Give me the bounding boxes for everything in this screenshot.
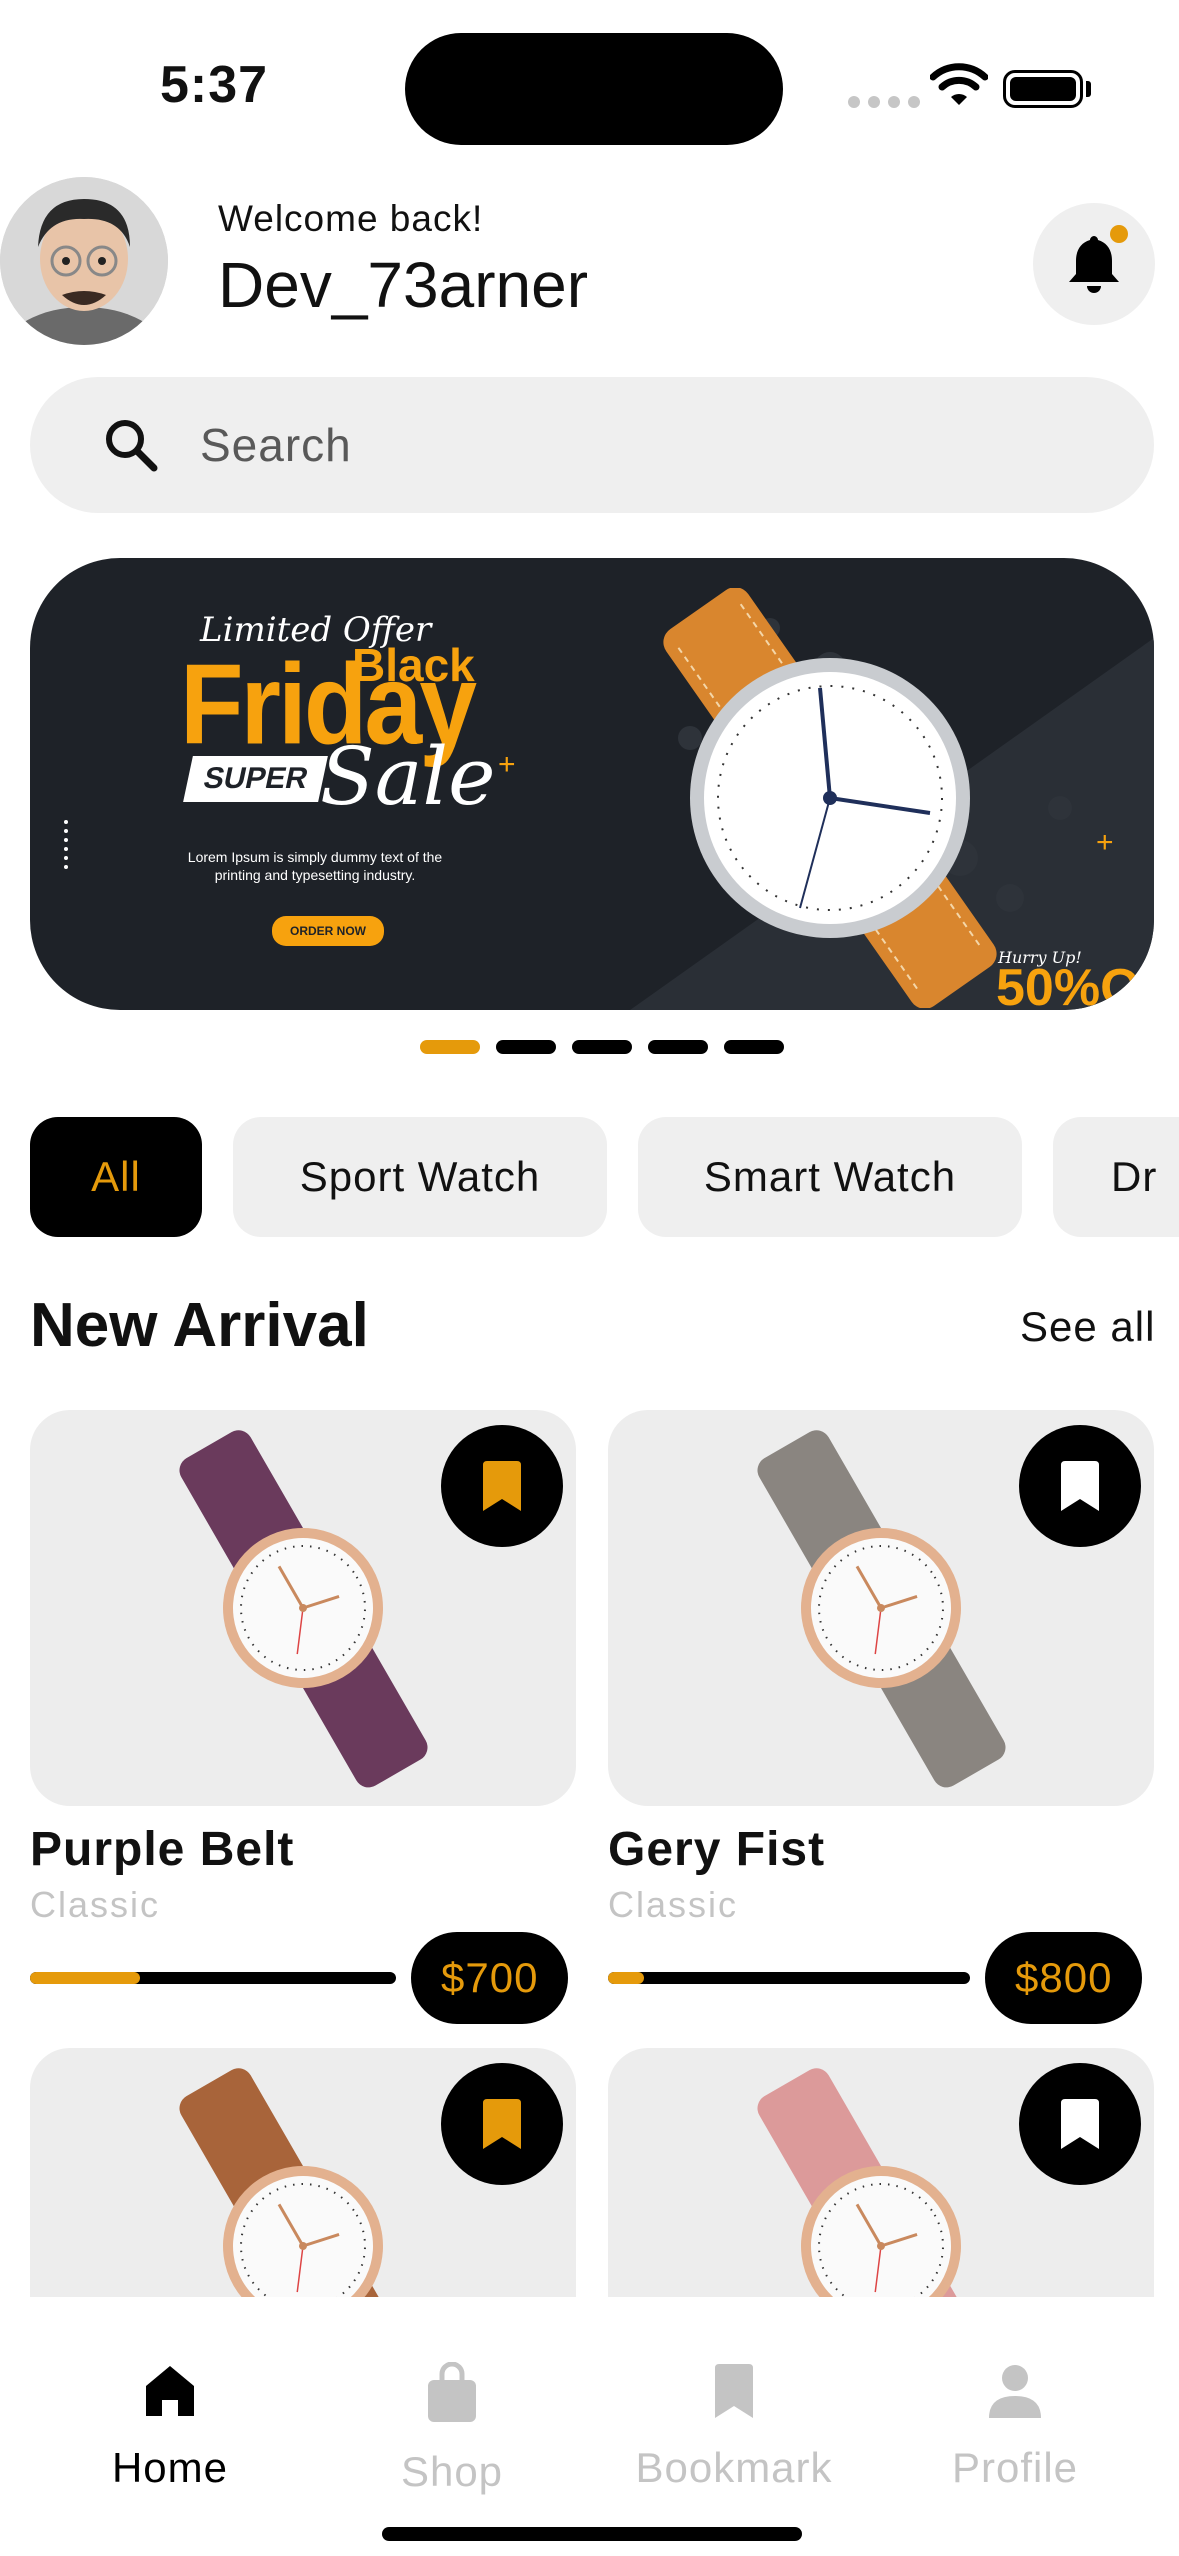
pager-dot[interactable] bbox=[648, 1040, 708, 1054]
home-indicator bbox=[382, 2527, 802, 2541]
product-category: Classic bbox=[30, 1884, 161, 1925]
pager-dot[interactable] bbox=[572, 1040, 632, 1054]
dynamic-island bbox=[405, 33, 783, 145]
bookmark-icon bbox=[715, 2364, 753, 2418]
status-time: 5:37 bbox=[160, 56, 269, 114]
banner-watch-image bbox=[663, 588, 997, 1008]
tab-label: Profile bbox=[951, 2444, 1079, 2491]
category-chip-sport-watch[interactable]: Sport Watch bbox=[233, 1117, 607, 1237]
home-icon bbox=[146, 2366, 194, 2416]
bell-icon bbox=[1069, 236, 1119, 293]
see-all-link[interactable]: See all bbox=[1020, 1303, 1155, 1351]
bookmark-button[interactable] bbox=[1019, 2063, 1141, 2185]
plus-icon: + bbox=[498, 748, 516, 781]
cellular-signal-icon bbox=[848, 96, 920, 108]
decorative-dots bbox=[62, 820, 70, 874]
banner-sale: Sale bbox=[320, 730, 496, 823]
pager-dot[interactable] bbox=[496, 1040, 556, 1054]
tab-home[interactable]: Home bbox=[50, 2362, 290, 2492]
product-price[interactable]: $800 bbox=[985, 1932, 1143, 2024]
welcome-text: Welcome back! bbox=[218, 198, 484, 239]
username: Dev_73arner bbox=[218, 249, 588, 321]
bookmark-icon bbox=[1061, 2099, 1099, 2149]
category-chip-partial[interactable]: Dr bbox=[1053, 1117, 1179, 1237]
search-icon bbox=[106, 420, 158, 472]
category-chip-smart-watch[interactable]: Smart Watch bbox=[638, 1117, 1022, 1237]
tab-profile[interactable]: Profile bbox=[895, 2362, 1135, 2492]
pager-dot[interactable] bbox=[420, 1040, 480, 1054]
bookmark-button[interactable] bbox=[1019, 1425, 1141, 1547]
notification-button[interactable] bbox=[1033, 203, 1155, 325]
progress-fill bbox=[30, 1972, 140, 1984]
shopping-bag-icon bbox=[428, 2362, 476, 2422]
tab-label: Bookmark bbox=[635, 2444, 833, 2491]
product-progress-bar bbox=[30, 1972, 396, 1984]
promo-banner[interactable]: Limited Offer Black Friday SUPER Sale Lo… bbox=[30, 558, 1154, 1010]
progress-fill bbox=[608, 1972, 645, 1984]
section-title: New Arrival bbox=[30, 1291, 369, 1360]
notification-badge bbox=[1110, 225, 1128, 243]
tab-label: Shop bbox=[400, 2448, 504, 2495]
person-icon bbox=[989, 2365, 1041, 2418]
search-input[interactable]: Search bbox=[30, 377, 1154, 513]
battery-icon bbox=[1003, 70, 1083, 108]
bookmark-icon bbox=[1061, 1461, 1099, 1511]
category-chip-all[interactable]: All bbox=[30, 1117, 202, 1237]
tab-label: Home bbox=[111, 2444, 229, 2491]
product-name: Gery Fist bbox=[608, 1823, 826, 1876]
bookmark-button[interactable] bbox=[441, 1425, 563, 1547]
product-progress-bar bbox=[608, 1972, 970, 1984]
wifi-icon bbox=[930, 63, 988, 105]
bookmark-button[interactable] bbox=[441, 2063, 563, 2185]
bookmark-icon bbox=[483, 1461, 521, 1511]
banner-discount: 50%OFF bbox=[996, 959, 1154, 1010]
banner-super: SUPER bbox=[183, 756, 329, 802]
tab-shop[interactable]: Shop bbox=[332, 2362, 572, 2496]
bookmark-icon bbox=[483, 2099, 521, 2149]
search-placeholder: Search bbox=[200, 419, 352, 471]
avatar[interactable] bbox=[0, 177, 168, 345]
product-name: Purple Belt bbox=[30, 1823, 295, 1876]
banner-description: Lorem Ipsum is simply dummy text of the … bbox=[187, 849, 443, 883]
banner-pagination bbox=[420, 1040, 784, 1054]
product-price[interactable]: $700 bbox=[411, 1932, 569, 2024]
product-category: Classic bbox=[608, 1884, 739, 1925]
tab-bookmark[interactable]: Bookmark bbox=[614, 2362, 854, 2492]
pager-dot[interactable] bbox=[724, 1040, 784, 1054]
battery-nub bbox=[1086, 81, 1091, 97]
order-now-button[interactable]: ORDER NOW bbox=[272, 916, 384, 946]
plus-icon: + bbox=[1096, 826, 1114, 859]
